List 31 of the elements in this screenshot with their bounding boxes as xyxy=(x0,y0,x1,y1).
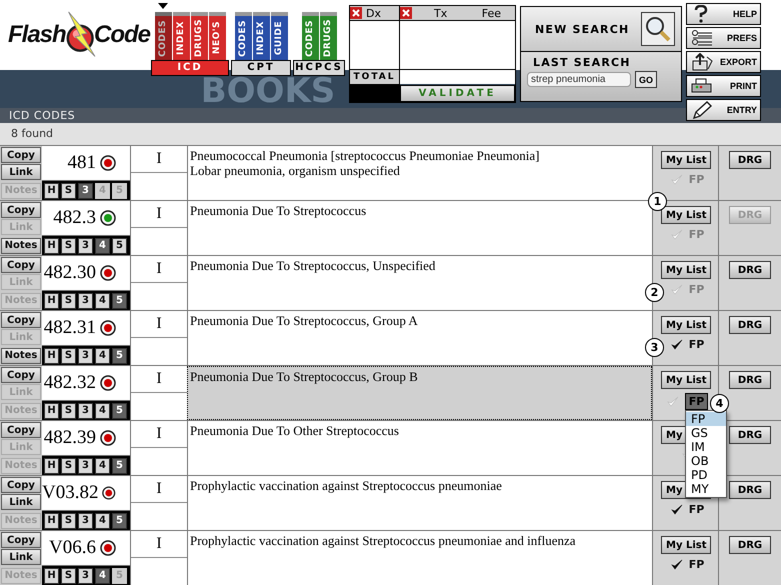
column-label: Tx xyxy=(434,6,448,20)
total-label: TOTAL xyxy=(350,69,399,84)
section-title: ICD CODES xyxy=(9,109,76,122)
code-number: 481 xyxy=(68,152,96,174)
books-caption: BOOKS xyxy=(200,76,336,106)
column-label: Fee xyxy=(482,6,501,20)
callout-number: 4 xyxy=(710,394,729,413)
callout-number: 2 xyxy=(645,283,664,302)
description-text: Prophylactic vaccination against Streptococcus pneumoniae and influenza xyxy=(190,533,577,548)
description-text: Prophylactic vaccination against Streptococcus pneumoniae xyxy=(190,478,503,493)
result-count: 8 found xyxy=(11,127,54,140)
description-text: Pneumonia Due To Streptococcus, Unspecified xyxy=(190,258,436,273)
code-number: 482.30 xyxy=(44,262,96,284)
code-number: 482.39 xyxy=(44,427,96,449)
code-number: 482.32 xyxy=(44,372,96,394)
code-number: V03.82 xyxy=(42,482,98,504)
last-search-label: LAST SEARCH xyxy=(533,56,632,69)
description-text: Lobar pneumonia, organism unspecified xyxy=(190,163,401,178)
description-text: Pneumonia Due To Streptococcus, Group A xyxy=(190,313,419,328)
logo-text: Flash xyxy=(8,21,66,49)
description-text: Pneumonia Due To Streptococcus xyxy=(190,203,368,218)
callout-number: 3 xyxy=(645,338,664,357)
description-text: Pneumococcal Pneumonia [streptococcus Pneumoniae Pneumonia] xyxy=(190,148,540,163)
description-text: Pneumonia Due To Other Streptococcus xyxy=(190,423,400,438)
new-search-label: NEW SEARCH xyxy=(535,22,630,36)
code-number: 482.31 xyxy=(44,317,96,339)
code-number: 482.3 xyxy=(53,207,96,229)
logo-text: Code xyxy=(94,21,150,49)
code-number: V06.6 xyxy=(49,537,96,559)
description-text: Pneumonia Due To Streptococcus, Group B xyxy=(190,369,419,384)
column-label: Dx xyxy=(366,6,381,20)
